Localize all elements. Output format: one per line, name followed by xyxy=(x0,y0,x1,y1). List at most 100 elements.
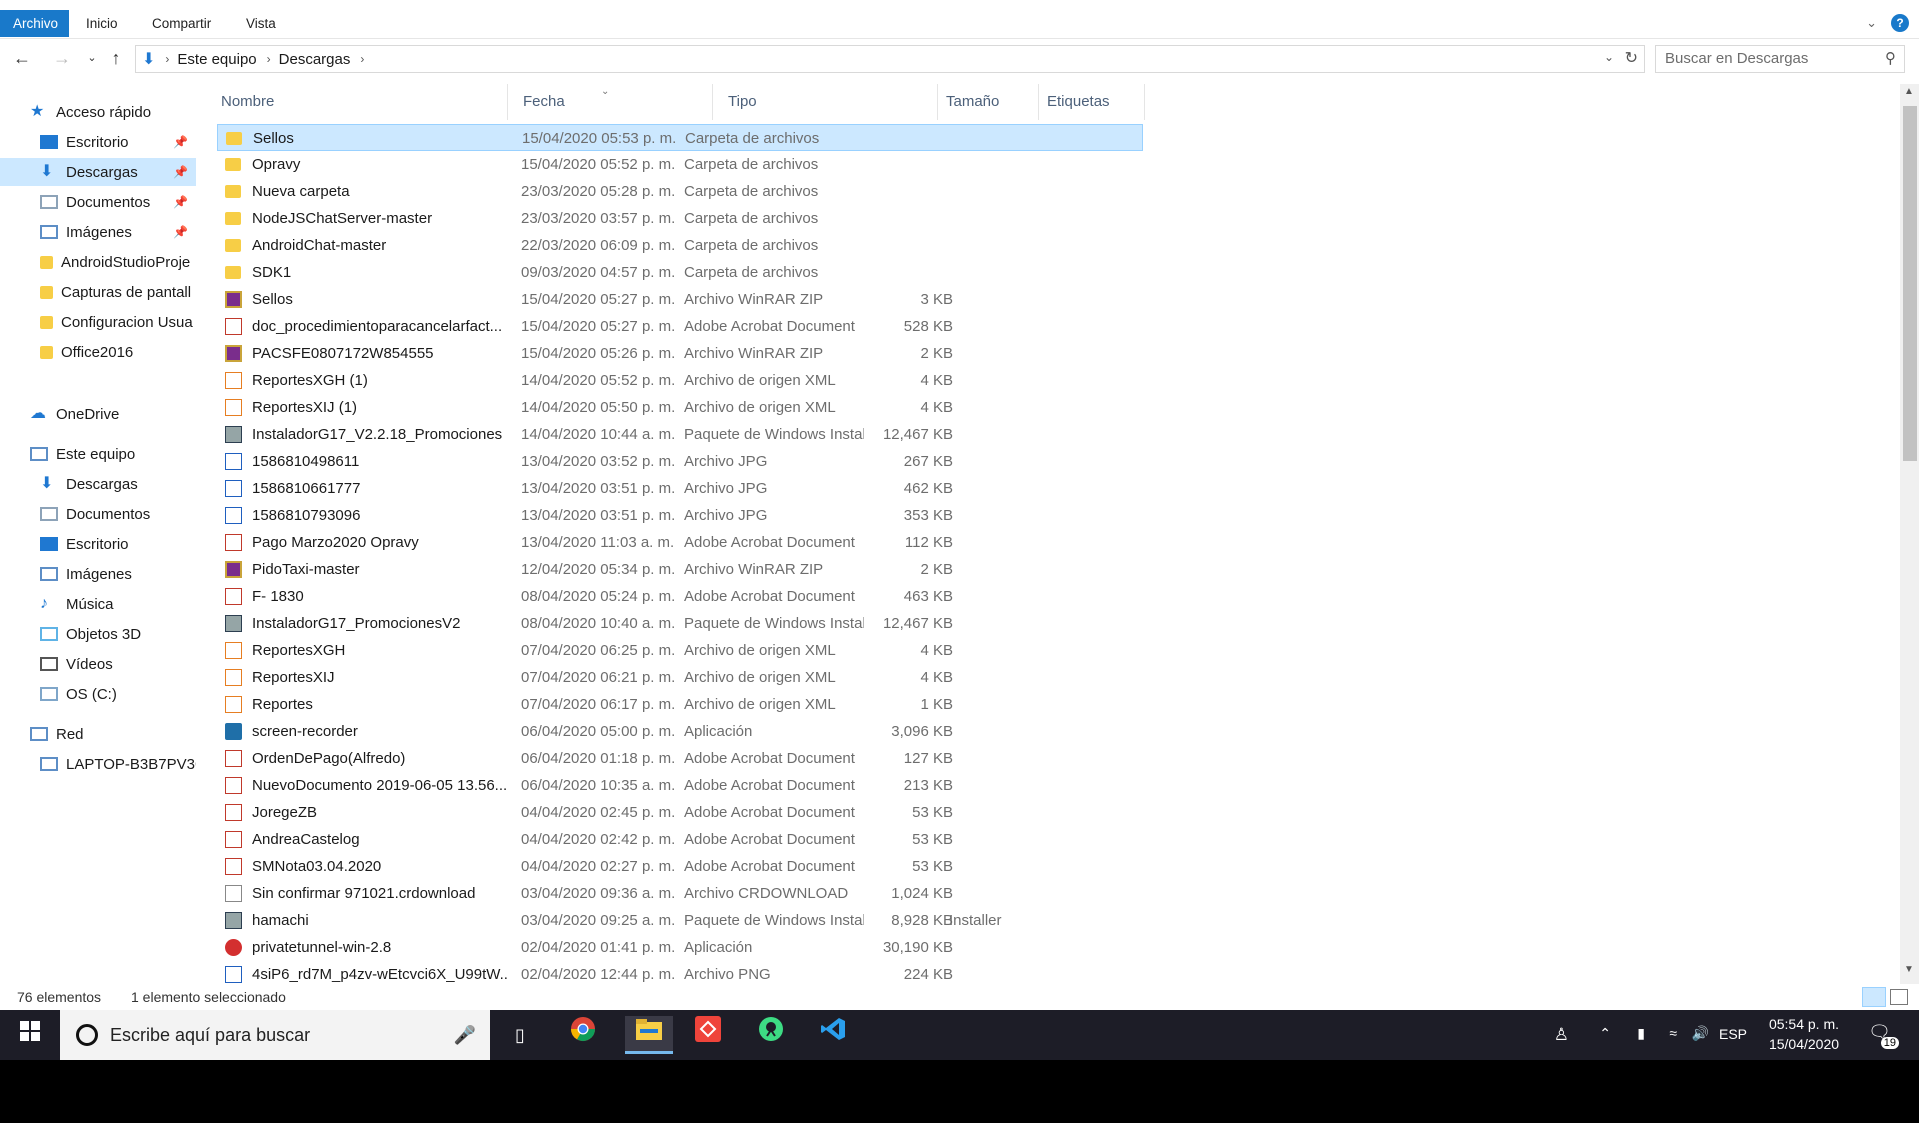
scroll-up-icon[interactable]: ▲ xyxy=(1904,86,1914,97)
refresh-icon[interactable]: ↻ xyxy=(1625,48,1638,68)
file-row[interactable]: F- 1830 08/04/2020 05:24 p. m. Adobe Acrob… xyxy=(217,583,1143,610)
sidebar-item[interactable]: OS (C:) xyxy=(0,680,196,708)
start-windows-icon[interactable] xyxy=(10,1016,50,1054)
people-icon[interactable]: ♙ xyxy=(1554,1025,1569,1045)
file-row[interactable]: Reportes 07/04/2020 06:17 p. m. Archivo de… xyxy=(217,691,1143,718)
breadcrumb-separator-icon[interactable]: › xyxy=(165,52,169,66)
sidebar-item[interactable]: Configuracion Usua xyxy=(0,308,196,336)
breadcrumb-separator-icon[interactable]: › xyxy=(267,52,271,66)
file-row[interactable]: ReportesXGH 07/04/2020 06:25 p. m. Archivo… xyxy=(217,637,1143,664)
file-row[interactable]: Opravy 15/04/2020 05:52 p. m. Carpeta de a… xyxy=(217,151,1143,178)
forward-arrow-icon[interactable]: → xyxy=(52,47,72,69)
scroll-thumb[interactable] xyxy=(1903,106,1917,461)
file-row[interactable]: 1586810661777 13/04/2020 03:51 p. m. Archi… xyxy=(217,475,1143,502)
file-row[interactable]: AndroidChat-master 22/03/2020 06:09 p. m.… xyxy=(217,232,1143,259)
expand-ribbon-icon[interactable]: ⌄ xyxy=(1866,15,1877,31)
battery-icon[interactable]: ▮ xyxy=(1637,1025,1645,1042)
anydesk-icon[interactable] xyxy=(688,1016,728,1054)
volume-icon[interactable]: 🔊 xyxy=(1692,1025,1709,1042)
file-row[interactable]: PidoTaxi-master 12/04/2020 05:34 p. m. Arc… xyxy=(217,556,1143,583)
tab-inicio[interactable]: Inicio xyxy=(74,10,130,37)
file-row[interactable]: NodeJSChatServer-master 23/03/2020 03:57 … xyxy=(217,205,1143,232)
recent-locations-icon[interactable]: ⌄ xyxy=(82,47,102,69)
sidebar-item[interactable]: ♪ Música xyxy=(0,590,196,618)
sidebar-item[interactable]: ☁ OneDrive xyxy=(0,400,196,428)
scroll-down-icon[interactable]: ▼ xyxy=(1904,964,1914,975)
sidebar-item[interactable]: ⬇ Descargas 📌 xyxy=(0,158,196,186)
file-row[interactable]: Nueva carpeta 23/03/2020 05:28 p. m. Carpe… xyxy=(217,178,1143,205)
tab-compartir[interactable]: Compartir xyxy=(140,10,223,37)
file-row[interactable]: screen-recorder 06/04/2020 05:00 p. m. Apl… xyxy=(217,718,1143,745)
file-row[interactable]: PACSFE0807172W854555 15/04/2020 05:26 p. … xyxy=(217,340,1143,367)
file-row[interactable]: 4siP6_rd7M_p4zv-wEtcvci6X_U99tW... 02/04/… xyxy=(217,961,1143,984)
pin-icon[interactable]: 📌 xyxy=(173,165,188,179)
file-row[interactable]: SDK1 09/03/2020 04:57 p. m. Carpeta de arc… xyxy=(217,259,1143,286)
sidebar-item[interactable]: Escritorio 📌 xyxy=(0,128,196,156)
show-hidden-icons-icon[interactable]: ⌃ xyxy=(1599,1025,1611,1042)
sidebar-item[interactable]: Red xyxy=(0,720,196,748)
file-row[interactable]: hamachi 03/04/2020 09:25 a. m. Paquete de … xyxy=(217,907,1143,934)
file-row[interactable]: AndreaCastelog 04/04/2020 02:42 p. m. Adob… xyxy=(217,826,1143,853)
tab-archivo[interactable]: Archivo xyxy=(0,10,69,37)
chrome-icon[interactable] xyxy=(563,1016,603,1054)
column-header-tipo[interactable]: Tipo xyxy=(713,84,938,120)
language-indicator[interactable]: ESP xyxy=(1719,1026,1747,1042)
file-row[interactable]: ReportesXGH (1) 14/04/2020 05:52 p. m. Arc… xyxy=(217,367,1143,394)
taskbar-search-box[interactable]: Escribe aquí para buscar 🎤 xyxy=(60,1010,490,1060)
sidebar-item[interactable]: Documentos 📌 xyxy=(0,188,196,216)
help-icon[interactable]: ? xyxy=(1891,14,1909,32)
sidebar-item[interactable]: Imágenes 📌 xyxy=(0,218,196,246)
vscode-icon[interactable] xyxy=(813,1016,853,1054)
address-dropdown-icon[interactable]: ⌄ xyxy=(1604,50,1614,64)
file-row[interactable]: NuevoDocumento 2019-06-05 13.56... 06/04/… xyxy=(217,772,1143,799)
breadcrumb-separator-icon[interactable]: › xyxy=(360,52,364,66)
sidebar-item[interactable]: Escritorio xyxy=(0,530,196,558)
task-view-icon[interactable]: ▯ xyxy=(500,1016,540,1054)
file-row[interactable]: Sin confirmar 971021.crdownload 03/04/202… xyxy=(217,880,1143,907)
column-header-nombre[interactable]: Nombre xyxy=(206,84,508,120)
file-row[interactable]: InstaladorG17_PromocionesV2 08/04/2020 10… xyxy=(217,610,1143,637)
file-row[interactable]: doc_procedimientoparacancelarfact... 15/0… xyxy=(217,313,1143,340)
sidebar-item[interactable]: Documentos xyxy=(0,500,196,528)
back-arrow-icon[interactable]: ← xyxy=(12,47,32,69)
file-row[interactable]: InstaladorG17_V2.2.18_Promociones 14/04/2… xyxy=(217,421,1143,448)
details-view-icon[interactable] xyxy=(1862,987,1886,1007)
up-arrow-icon[interactable]: ↑ xyxy=(106,47,126,69)
file-row[interactable]: SMNota03.04.2020 04/04/2020 02:27 p. m. Ad… xyxy=(217,853,1143,880)
wifi-icon[interactable]: ≈ xyxy=(1669,1025,1677,1041)
column-header-etiquetas[interactable]: Etiquetas xyxy=(1039,84,1145,120)
address-bar[interactable]: ⬇ › Este equipo › Descargas › ⌄ ↻ xyxy=(135,45,1645,73)
pin-icon[interactable]: 📌 xyxy=(173,135,188,149)
column-header-fecha[interactable]: Fecha ⌄ xyxy=(508,84,713,120)
pin-icon[interactable]: 📌 xyxy=(173,195,188,209)
file-row[interactable]: JoregeZB 04/04/2020 02:45 p. m. Adobe Acro… xyxy=(217,799,1143,826)
sidebar-item[interactable]: Capturas de pantall xyxy=(0,278,196,306)
file-row[interactable]: ReportesXIJ 07/04/2020 06:21 p. m. Archivo… xyxy=(217,664,1143,691)
breadcrumb-este-equipo[interactable]: Este equipo xyxy=(177,51,256,68)
large-icons-view-icon[interactable] xyxy=(1890,989,1908,1005)
file-row[interactable]: 1586810498611 13/04/2020 03:52 p. m. Archi… xyxy=(217,448,1143,475)
search-input[interactable]: Buscar en Descargas ⚲ xyxy=(1655,45,1905,73)
microphone-icon[interactable]: 🎤 xyxy=(454,1010,476,1060)
file-explorer-icon[interactable] xyxy=(625,1016,673,1054)
file-row[interactable]: privatetunnel-win-2.8 02/04/2020 01:41 p.… xyxy=(217,934,1143,961)
pin-icon[interactable]: 📌 xyxy=(173,225,188,239)
file-row[interactable]: OrdenDePago(Alfredo) 06/04/2020 01:18 p. … xyxy=(217,745,1143,772)
clock-time[interactable]: 05:54 p. m. xyxy=(1764,1016,1844,1032)
file-row[interactable]: Sellos 15/04/2020 05:53 p. m. Carpeta de a… xyxy=(217,124,1143,151)
android-studio-icon[interactable] xyxy=(751,1016,791,1054)
sidebar-item[interactable]: Imágenes xyxy=(0,560,196,588)
file-row[interactable]: ReportesXIJ (1) 14/04/2020 05:50 p. m. Arc… xyxy=(217,394,1143,421)
clock-date[interactable]: 15/04/2020 xyxy=(1764,1036,1844,1052)
breadcrumb-descargas[interactable]: Descargas xyxy=(279,51,351,68)
sidebar-item[interactable]: Objetos 3D xyxy=(0,620,196,648)
file-row[interactable]: 1586810793096 13/04/2020 03:51 p. m. Archi… xyxy=(217,502,1143,529)
sidebar-item[interactable]: Vídeos xyxy=(0,650,196,678)
tab-vista[interactable]: Vista xyxy=(234,10,288,37)
sidebar-item[interactable]: LAPTOP-B3B7PV3G xyxy=(0,750,196,778)
sidebar-item[interactable]: ★ Acceso rápido xyxy=(0,98,196,126)
sidebar-item[interactable]: Este equipo xyxy=(0,440,196,468)
vertical-scrollbar[interactable]: ▲ ▼ xyxy=(1900,84,1919,984)
file-row[interactable]: Pago Marzo2020 Opravy 13/04/2020 11:03 a.… xyxy=(217,529,1143,556)
sidebar-item[interactable]: ⬇ Descargas xyxy=(0,470,196,498)
